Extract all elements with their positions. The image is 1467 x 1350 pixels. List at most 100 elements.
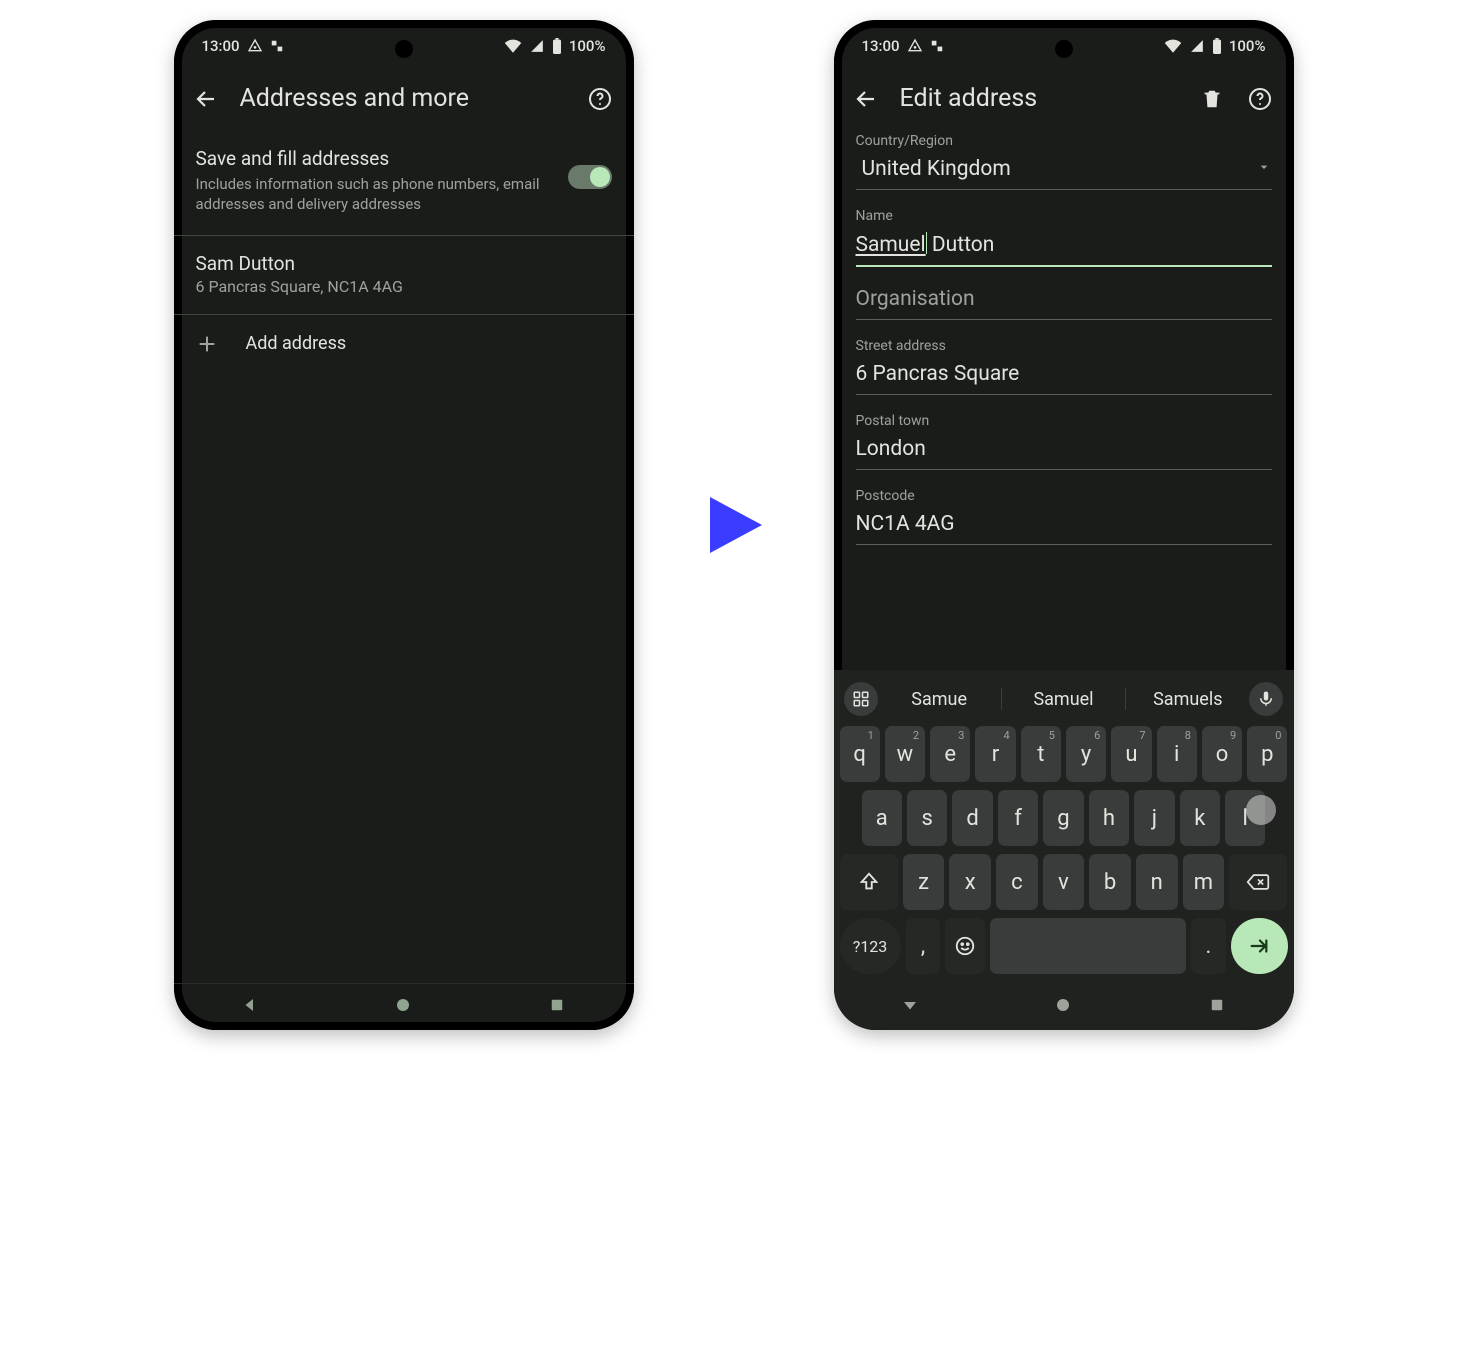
postal-town-field[interactable]: Postal town London — [856, 413, 1272, 470]
add-address-label: Add address — [246, 333, 347, 354]
status-icon-1 — [907, 38, 923, 54]
key-h[interactable]: h — [1089, 790, 1129, 846]
battery-icon — [1212, 38, 1222, 54]
suggestion-2[interactable]: Samuel — [1002, 683, 1125, 716]
toggle-switch[interactable] — [568, 165, 612, 189]
key-r[interactable]: r4 — [975, 726, 1015, 782]
wifi-icon — [504, 39, 522, 53]
key-m[interactable]: m — [1183, 854, 1225, 910]
text-cursor — [926, 232, 927, 254]
backspace-key[interactable] — [1229, 854, 1287, 910]
street-value: 6 Pancras Square — [856, 362, 1020, 386]
street-label: Street address — [856, 338, 1272, 354]
back-button[interactable] — [192, 85, 220, 113]
organisation-placeholder: Organisation — [856, 285, 1272, 320]
postal-town-value: London — [856, 437, 926, 461]
page-title: Edit address — [900, 84, 1178, 113]
postcode-field[interactable]: Postcode NC1A 4AG — [856, 488, 1272, 545]
key-x[interactable]: x — [949, 854, 991, 910]
key-f[interactable]: f — [998, 790, 1038, 846]
back-button[interactable] — [852, 85, 880, 113]
key-a[interactable]: a — [862, 790, 902, 846]
mic-icon[interactable] — [1249, 682, 1283, 716]
content-area: Save and fill addresses Includes informa… — [174, 129, 634, 983]
key-j[interactable]: j — [1134, 790, 1174, 846]
key-u[interactable]: u7 — [1111, 726, 1151, 782]
organisation-field[interactable]: Organisation — [856, 285, 1272, 320]
suggestion-3[interactable]: Samuels — [1126, 683, 1249, 716]
nav-recent[interactable] — [1208, 996, 1226, 1018]
suggestion-row: Samue Samuel Samuels — [840, 676, 1288, 726]
period-key[interactable]: . — [1191, 918, 1226, 974]
postcode-value: NC1A 4AG — [856, 512, 955, 536]
phone-edit-address: 13:00 100% Edit address Country/Region U… — [834, 20, 1294, 1030]
key-e[interactable]: e3 — [930, 726, 970, 782]
nav-back[interactable] — [241, 996, 259, 1018]
key-q[interactable]: q1 — [840, 726, 880, 782]
shift-key[interactable] — [840, 854, 898, 910]
key-row-2: asdfghjkl — [840, 790, 1288, 846]
key-y[interactable]: y6 — [1066, 726, 1106, 782]
key-o[interactable]: o9 — [1202, 726, 1242, 782]
key-d[interactable]: d — [952, 790, 992, 846]
save-fill-toggle-row[interactable]: Save and fill addresses Includes informa… — [174, 129, 634, 236]
symbols-key[interactable]: ?123 — [840, 918, 901, 974]
key-v[interactable]: v — [1043, 854, 1085, 910]
key-t[interactable]: t5 — [1021, 726, 1061, 782]
emoji-key[interactable] — [945, 918, 984, 974]
android-nav-bar — [174, 983, 634, 1030]
key-k[interactable]: k — [1180, 790, 1220, 846]
keyboard-menu-icon[interactable] — [844, 682, 878, 716]
comma-key[interactable]: , — [906, 918, 941, 974]
key-g[interactable]: g — [1043, 790, 1083, 846]
key-z[interactable]: z — [903, 854, 945, 910]
page-title: Addresses and more — [240, 84, 566, 113]
country-label: Country/Region — [856, 133, 1272, 149]
nav-recent[interactable] — [548, 996, 566, 1018]
plus-icon — [196, 333, 218, 355]
transition-arrow — [694, 20, 774, 1030]
key-c[interactable]: c — [996, 854, 1038, 910]
name-field[interactable]: Name Samuel Dutton — [856, 208, 1272, 267]
play-arrow-icon — [694, 480, 774, 570]
saved-address-row[interactable]: Sam Dutton 6 Pancras Square, NC1A 4AG — [174, 236, 634, 315]
key-i[interactable]: i8 — [1157, 726, 1197, 782]
name-first: Samuel — [856, 233, 926, 257]
nav-home[interactable] — [394, 996, 412, 1018]
toggle-title: Save and fill addresses — [196, 147, 554, 170]
toggle-subtitle: Includes information such as phone numbe… — [196, 174, 554, 215]
key-row-1: q1w2e3r4t5y6u7i8o9p0 — [840, 726, 1288, 782]
status-time: 13:00 — [862, 37, 900, 55]
key-l[interactable]: l — [1225, 790, 1265, 846]
country-field[interactable]: Country/Region United Kingdom — [856, 133, 1272, 190]
nav-home[interactable] — [1054, 996, 1072, 1018]
help-button[interactable] — [1246, 85, 1274, 113]
camera-hole — [395, 40, 413, 58]
name-label: Name — [856, 208, 1272, 224]
camera-hole — [1055, 40, 1073, 58]
signal-icon — [529, 39, 545, 53]
soft-keyboard: Samue Samuel Samuels q1w2e3r4t5y6u7i8o9p… — [834, 670, 1294, 984]
delete-button[interactable] — [1198, 85, 1226, 113]
help-button[interactable] — [586, 85, 614, 113]
battery-icon — [552, 38, 562, 54]
key-row-4: ?123 , . — [840, 918, 1288, 974]
country-value: United Kingdom — [862, 157, 1011, 181]
key-b[interactable]: b — [1089, 854, 1131, 910]
key-p[interactable]: p0 — [1247, 726, 1287, 782]
key-row-3: zxcvbnm — [840, 854, 1288, 910]
phone-addresses-list: 13:00 100% Addresses and more Save and f… — [174, 20, 634, 1030]
key-n[interactable]: n — [1136, 854, 1178, 910]
status-icon-1 — [247, 38, 263, 54]
status-time: 13:00 — [202, 37, 240, 55]
nav-back[interactable] — [901, 996, 919, 1018]
status-battery: 100% — [569, 37, 606, 55]
key-s[interactable]: s — [907, 790, 947, 846]
edit-form: Country/Region United Kingdom Name Samue… — [834, 129, 1294, 670]
key-w[interactable]: w2 — [885, 726, 925, 782]
space-key[interactable] — [990, 918, 1186, 974]
enter-key[interactable] — [1231, 918, 1288, 974]
street-field[interactable]: Street address 6 Pancras Square — [856, 338, 1272, 395]
suggestion-1[interactable]: Samue — [878, 683, 1001, 716]
add-address-row[interactable]: Add address — [174, 315, 634, 373]
